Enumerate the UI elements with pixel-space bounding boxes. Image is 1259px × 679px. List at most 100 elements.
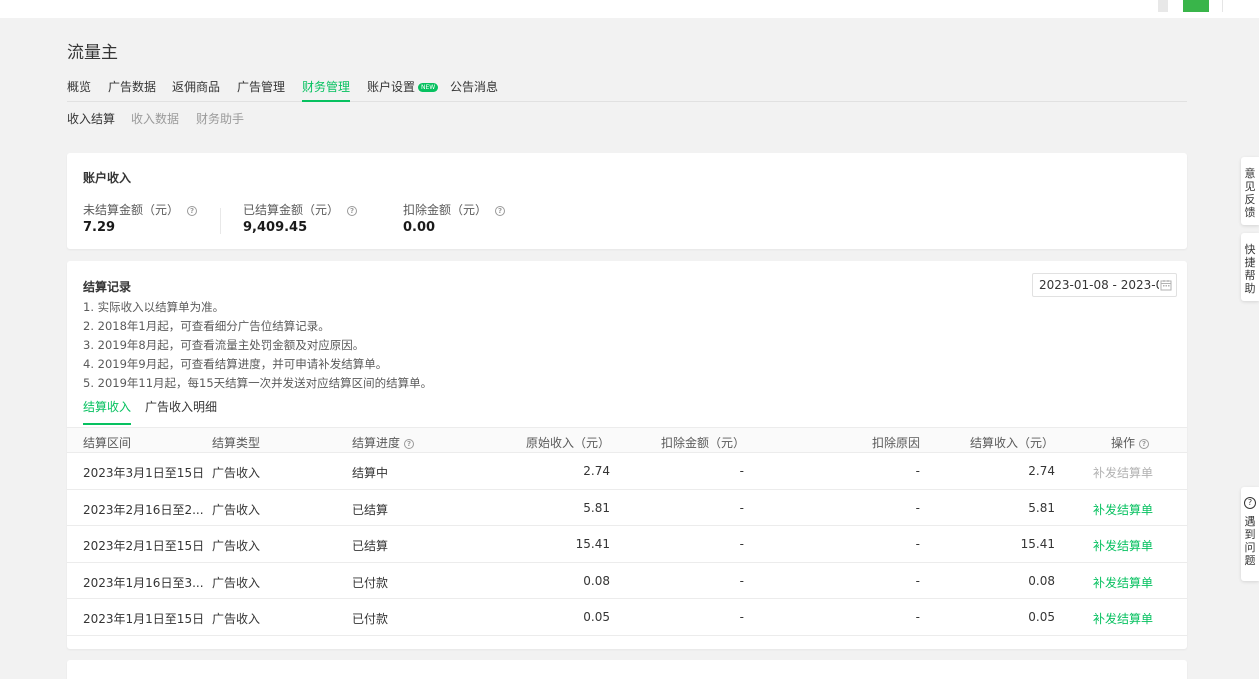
question-circle-icon[interactable]: ? (404, 439, 415, 449)
stat-value: 9,409.45 (243, 220, 308, 235)
question-circle-icon[interactable]: ? (495, 206, 506, 216)
cell-original-income: 2.74 (583, 464, 610, 478)
problem-help-label: 遇到问题 (1244, 515, 1256, 567)
subnav-income-settlement[interactable]: 收入结算 (67, 110, 115, 127)
cell-settled-income: 0.05 (1028, 610, 1055, 624)
settled-amount-stat: 已结算金额（元）? 9,409.45 (243, 201, 358, 235)
cell-deduct-reason: - (915, 500, 920, 515)
settlement-table: 结算区间 结算类型 结算进度? 原始收入（元） 扣除金额（元） 扣除原因 结算收… (67, 427, 1187, 636)
question-circle-icon: ? (1244, 497, 1256, 509)
date-range-value: 2023-01-08 - 2023-03-08 (1039, 278, 1159, 292)
subnav-income-data[interactable]: 收入数据 (131, 110, 179, 127)
cell-type: 广告收入 (212, 612, 261, 626)
note-line: 4. 2019年9月起，可查看结算进度，并可申请补发结算单。 (83, 357, 388, 371)
note-line: 3. 2019年8月起，可查看流量主处罚金额及对应原因。 (83, 338, 365, 352)
cell-type: 广告收入 (212, 466, 261, 480)
cell-progress: 已付款 (352, 612, 389, 626)
nav-item-ad-management[interactable]: 广告管理 (237, 78, 285, 102)
top-bar-element (1222, 0, 1259, 12)
tab-settlement-income[interactable]: 结算收入 (83, 399, 132, 425)
question-circle-icon[interactable]: ? (347, 206, 358, 216)
nav-item-announcements[interactable]: 公告消息 (450, 78, 498, 102)
cell-period: 2023年3月1日至15日 (83, 466, 205, 480)
nav-item-ad-data[interactable]: 广告数据 (108, 78, 156, 102)
cell-deduct-reason: - (915, 537, 920, 551)
quick-help-button[interactable]: 快捷帮助 (1241, 233, 1259, 301)
col-header-progress: 结算进度? (352, 434, 415, 451)
settlement-records-card: 结算记录 2023-01-08 - 2023-03-08 1. 实际收入以结算单… (67, 261, 1187, 649)
cell-progress: 已结算 (352, 502, 389, 517)
subnav-finance-assistant[interactable]: 财务助手 (196, 110, 244, 127)
top-bar-element (1158, 0, 1168, 12)
cell-period: 2023年1月16日至3... (83, 575, 204, 590)
quick-help-label: 快捷帮助 (1244, 243, 1256, 295)
resend-statement-button[interactable]: 补发结算单 (1093, 610, 1153, 627)
resend-statement-button[interactable]: 补发结算单 (1093, 501, 1153, 518)
top-bar-accent-block (1183, 0, 1209, 12)
cell-type: 广告收入 (212, 502, 261, 517)
col-header-period: 结算区间 (83, 436, 132, 450)
stat-label: 未结算金额（元）? (83, 201, 198, 218)
unsettled-amount-stat: 未结算金额（元）? 7.29 (83, 201, 198, 235)
cell-deduct-amount: - (739, 537, 744, 551)
settlement-notes: 1. 实际收入以结算单为准。 2. 2018年1月起，可查看细分广告位结算记录。… (83, 298, 432, 393)
cell-original-income: 0.08 (583, 573, 610, 588)
resend-statement-button[interactable]: 补发结算单 (1093, 464, 1153, 481)
app-title: 流量主 (67, 43, 118, 63)
cell-settled-income: 2.74 (1028, 464, 1055, 478)
nav-item-label: 账户设置 (367, 80, 416, 94)
cell-settled-income: 5.81 (1028, 500, 1055, 515)
account-income-title: 账户收入 (83, 171, 132, 185)
question-circle-icon[interactable]: ? (187, 206, 198, 216)
cell-deduct-reason: - (915, 573, 920, 588)
bottom-card (67, 660, 1187, 679)
stat-value: 0.00 (403, 220, 436, 235)
cell-original-income: 5.81 (583, 500, 610, 515)
cell-deduct-amount: - (739, 573, 744, 588)
cell-deduct-amount: - (739, 610, 744, 624)
cell-original-income: 15.41 (575, 537, 610, 551)
question-circle-icon[interactable]: ? (1139, 439, 1150, 449)
nav-item-commission-products[interactable]: 返佣商品 (172, 78, 220, 102)
note-line: 1. 实际收入以结算单为准。 (83, 300, 225, 314)
cell-period: 2023年2月1日至15日 (83, 539, 205, 553)
stat-label: 已结算金额（元）? (243, 201, 358, 218)
cell-type: 广告收入 (212, 575, 261, 590)
new-badge: NEW (418, 83, 439, 92)
cell-deduct-reason: - (915, 464, 920, 478)
problem-help-button[interactable]: ? 遇到问题 (1241, 487, 1259, 581)
account-income-card: 账户收入 未结算金额（元）? 7.29 已结算金额（元）? 9,409.45 扣… (67, 153, 1187, 249)
date-range-picker[interactable]: 2023-01-08 - 2023-03-08 (1032, 273, 1177, 297)
nav-item-account-settings[interactable]: 账户设置 NEW (367, 78, 439, 102)
cell-settled-income: 15.41 (1020, 537, 1055, 551)
col-header-deduct-reason: 扣除原因 (871, 436, 920, 450)
cell-deduct-amount: - (739, 500, 744, 515)
cell-progress: 已结算 (352, 539, 389, 553)
cell-deduct-amount: - (739, 464, 744, 478)
nav-item-overview[interactable]: 概览 (67, 78, 91, 102)
tab-ad-income-detail[interactable]: 广告收入明细 (145, 399, 217, 425)
col-header-action: 操作? (1111, 434, 1150, 451)
resend-statement-button[interactable]: 补发结算单 (1093, 574, 1153, 591)
table-row: 2023年3月1日至15日 广告收入 结算中 2.74 - - 2.74 补发结… (67, 453, 1187, 490)
table-row: 2023年2月16日至2... 广告收入 已结算 5.81 - - 5.81 补… (67, 490, 1187, 526)
feedback-button[interactable]: 意见反馈 (1241, 157, 1259, 225)
cell-period: 2023年2月16日至2... (83, 502, 204, 517)
deducted-amount-stat: 扣除金额（元）? 0.00 (403, 201, 506, 235)
cell-original-income: 0.05 (583, 610, 610, 624)
feedback-label: 意见反馈 (1244, 167, 1256, 219)
resend-statement-button[interactable]: 补发结算单 (1093, 537, 1153, 554)
nav-item-finance[interactable]: 财务管理 (302, 78, 351, 102)
col-header-type: 结算类型 (212, 436, 261, 450)
note-line: 5. 2019年11月起，每15天结算一次并发送对应结算区间的结算单。 (83, 376, 433, 390)
table-row: 2023年1月16日至3... 广告收入 已付款 0.08 - - 0.08 补… (67, 563, 1187, 599)
table-row: 2023年2月1日至15日 广告收入 已结算 15.41 - - 15.41 补… (67, 526, 1187, 563)
top-bar (0, 0, 1259, 18)
settlement-records-title: 结算记录 (83, 280, 132, 294)
cell-deduct-reason: - (915, 610, 920, 624)
stat-divider (220, 208, 221, 234)
col-header-original-income: 原始收入（元） (525, 436, 610, 450)
cell-settled-income: 0.08 (1028, 573, 1055, 588)
main-nav: 概览 广告数据 返佣商品 广告管理 财务管理 账户设置 NEW 公告消息 (67, 78, 1187, 102)
calendar-icon (1160, 280, 1172, 291)
